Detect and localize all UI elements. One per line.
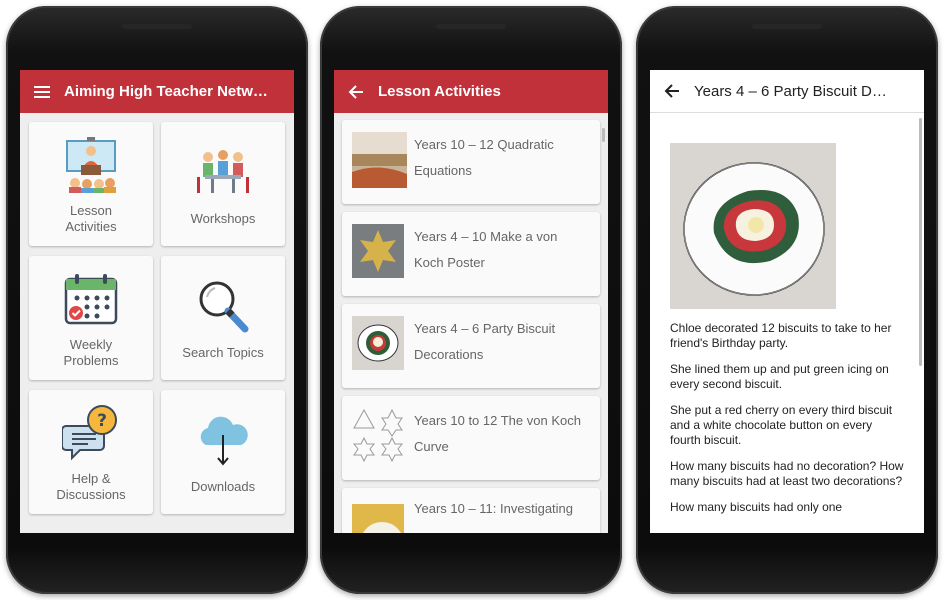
list-item[interactable]: Years 4 – 10 Make a von Koch Poster: [342, 212, 600, 296]
list-item-title: Years 10 to 12 The von Koch Curve: [414, 413, 581, 454]
list-item[interactable]: Years 4 – 6 Party Biscuit Decorations: [342, 304, 600, 388]
tile-label: Workshops: [190, 211, 256, 226]
activity-content: Chloe decorated 12 biscuits to take to h…: [650, 113, 924, 533]
paragraph: How many biscuits had only one: [670, 500, 843, 514]
menu-icon[interactable]: [20, 85, 64, 99]
meeting-icon: [195, 141, 251, 205]
presenter-icon: [63, 133, 119, 197]
tile-workshops[interactable]: Workshops: [161, 122, 285, 246]
koch-curve-thumbnail: [352, 408, 404, 463]
tile-search-topics[interactable]: Search Topics: [161, 256, 285, 380]
quadratic-thumbnail: [352, 132, 407, 188]
activity-detail-screen: Years 4 – 6 Party Biscuit D… Chloe decor…: [650, 70, 924, 533]
screen-title: Lesson Activities: [378, 83, 501, 100]
svg-text:?: ?: [97, 411, 107, 431]
list-item-title: Years 10 – 12 Quadratic Equations: [414, 137, 554, 178]
investigating-thumbnail: [352, 504, 404, 533]
scrollbar[interactable]: [919, 118, 922, 366]
activity-list: Years 10 – 12 Quadratic Equations Years …: [334, 113, 608, 533]
tile-downloads[interactable]: Downloads: [161, 390, 285, 514]
koch-poster-thumbnail: [352, 224, 404, 278]
cloud-download-icon: [194, 409, 252, 473]
paragraph: How many biscuits had no decoration? How…: [670, 459, 904, 488]
speaker: [122, 24, 192, 29]
scrollbar[interactable]: [602, 128, 605, 142]
app-bar: Lesson Activities: [334, 70, 608, 113]
search-icon: [195, 275, 251, 339]
app-bar: Aiming High Teacher Netw…: [20, 70, 294, 113]
menu-grid: Lesson Activities Workshops Weekly Probl…: [20, 113, 294, 523]
home-screen: Aiming High Teacher Netw… Lesson Activit…: [20, 70, 294, 533]
tile-weekly-problems[interactable]: Weekly Problems: [29, 256, 153, 380]
tile-label: Help & Discussions: [56, 471, 126, 502]
back-arrow-icon[interactable]: [650, 84, 694, 98]
phone-2: Lesson Activities Years 10 – 12 Quadrati…: [320, 6, 622, 594]
tile-label: Search Topics: [182, 345, 264, 360]
list-item-title: Years 4 – 10 Make a von Koch Poster: [414, 229, 558, 270]
back-arrow-icon[interactable]: [334, 84, 378, 99]
screen-title: Years 4 – 6 Party Biscuit D…: [694, 82, 887, 100]
list-item[interactable]: Years 10 – 12 Quadratic Equations: [342, 120, 600, 204]
phone-3: Years 4 – 6 Party Biscuit D… Chloe decor…: [636, 6, 938, 594]
chat-help-icon: ?: [62, 401, 120, 465]
phone-1: Aiming High Teacher Netw… Lesson Activit…: [6, 6, 308, 594]
paragraph: She put a red cherry on every third bisc…: [670, 403, 893, 447]
lesson-activities-screen: Lesson Activities Years 10 – 12 Quadrati…: [334, 70, 608, 533]
tile-label: Downloads: [190, 479, 256, 494]
biscuit-thumbnail: [352, 316, 404, 370]
tile-label: Weekly Problems: [63, 337, 119, 368]
paragraph: She lined them up and put green icing on…: [670, 362, 889, 391]
list-item-title: Years 4 – 6 Party Biscuit Decorations: [414, 321, 556, 362]
speaker: [752, 24, 822, 29]
paragraph: Chloe decorated 12 biscuits to take to h…: [670, 321, 892, 350]
app-title: Aiming High Teacher Netw…: [64, 83, 268, 100]
list-item-title: Years 10 – 11: Investigating: [414, 501, 574, 516]
biscuit-photo: [670, 143, 836, 309]
speaker: [436, 24, 506, 29]
tile-help-discussions[interactable]: ? Help & Discussions: [29, 390, 153, 514]
list-item[interactable]: Years 10 to 12 The von Koch Curve: [342, 396, 600, 480]
list-item[interactable]: Years 10 – 11: Investigating: [342, 488, 600, 533]
calendar-icon: [63, 267, 119, 331]
app-bar: Years 4 – 6 Party Biscuit D…: [650, 70, 924, 113]
tile-label: Lesson Activities: [65, 203, 117, 234]
tile-lesson-activities[interactable]: Lesson Activities: [29, 122, 153, 246]
